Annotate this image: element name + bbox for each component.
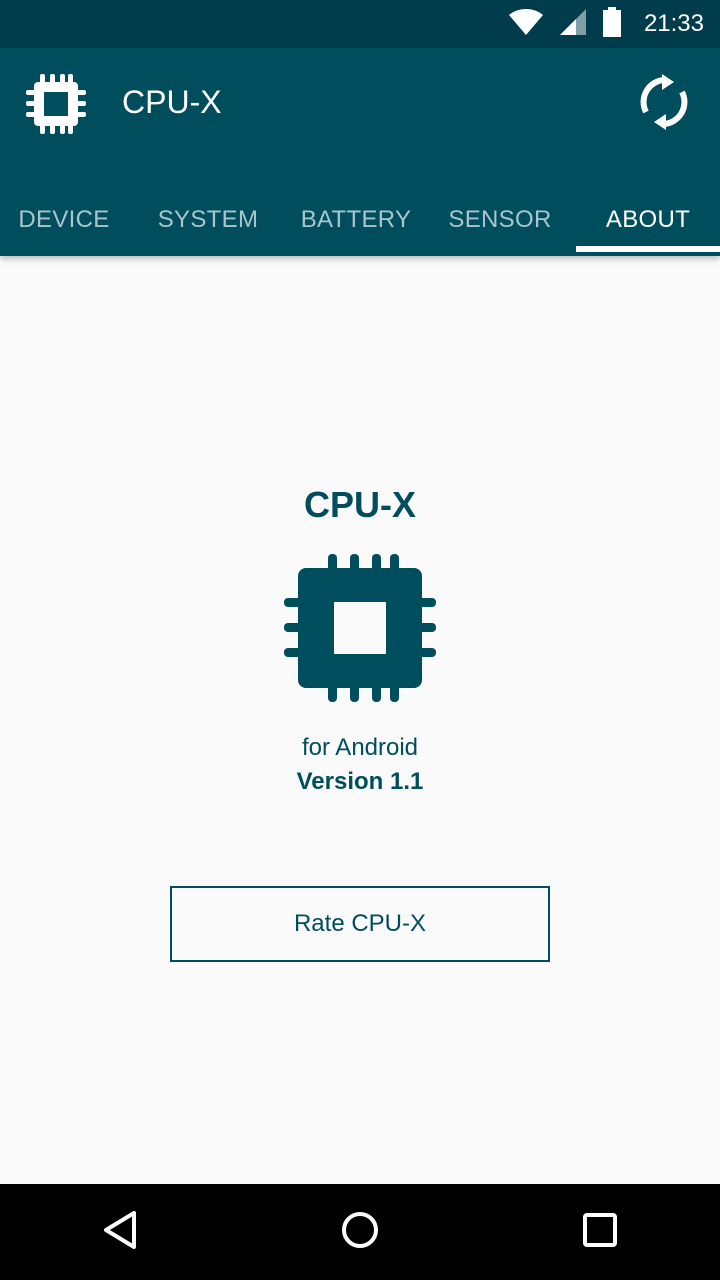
refresh-icon [640, 73, 688, 135]
rate-button[interactable]: Rate CPU-X [170, 886, 550, 962]
about-subtitle: for Android [301, 734, 419, 761]
cell-signal-icon [558, 8, 588, 41]
tab-about[interactable]: ABOUT [576, 184, 720, 256]
status-bar: 21:33 [0, 0, 720, 48]
recents-button[interactable] [552, 1184, 648, 1280]
status-time: 21:33 [643, 10, 704, 37]
about-title: CPU-X [303, 484, 416, 525]
about-version: Version 1.1 [296, 768, 424, 795]
chip-icon [284, 554, 436, 702]
refresh-button[interactable] [632, 72, 696, 136]
back-icon [102, 1210, 138, 1255]
tab-battery[interactable]: BATTERY [288, 184, 424, 256]
home-button[interactable] [312, 1184, 408, 1280]
tab-device[interactable]: DEVICE [0, 184, 128, 256]
chip-icon [24, 74, 88, 134]
toolbar: CPU-X [0, 48, 720, 160]
recents-icon [582, 1212, 618, 1253]
tab-bar: DEVICE SYSTEM BATTERY SENSOR ABOUT [0, 184, 720, 256]
wifi-icon [508, 8, 544, 41]
battery-icon [602, 6, 622, 42]
home-icon [340, 1210, 380, 1255]
about-page: CPU-X for Android Version 1.1 Rate CPU-X [0, 256, 720, 1184]
app-bar: CPU-X DEVICE SYSTEM BATTERY SENSOR ABOUT [0, 48, 720, 256]
tab-sensor[interactable]: SENSOR [424, 184, 576, 256]
nav-bar [0, 1184, 720, 1280]
app-title: CPU-X [122, 84, 222, 120]
tab-system[interactable]: SYSTEM [128, 184, 288, 256]
back-button[interactable] [72, 1184, 168, 1280]
status-icons: 21:33 [508, 6, 704, 42]
